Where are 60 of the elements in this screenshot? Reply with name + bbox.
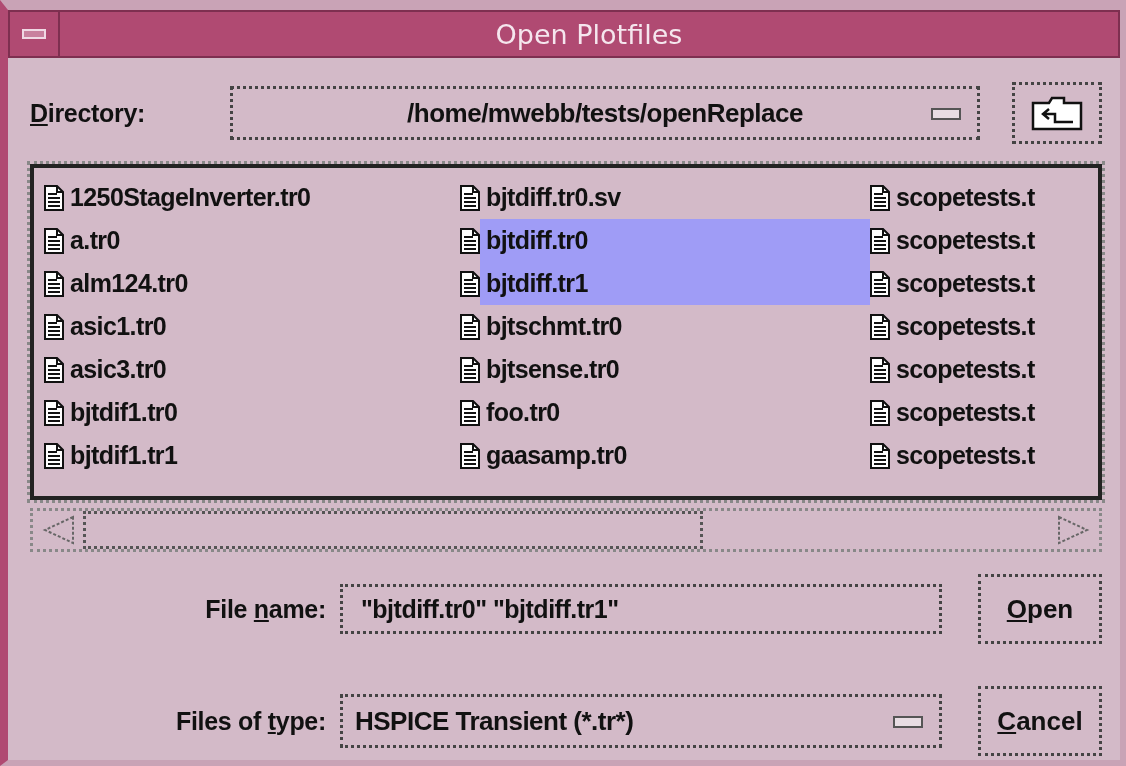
document-icon [870,270,890,297]
document-icon [460,227,480,254]
file-item[interactable]: asic1.tr0 [64,305,460,348]
file-item[interactable]: bjtdiff.tr0.sv [480,176,870,219]
minus-icon [22,29,46,39]
file-name-field[interactable]: "bjtdiff.tr0" "bjtdiff.tr1" [340,584,942,634]
dropdown-icon [931,108,961,120]
cancel-button[interactable]: Cancel [978,686,1102,756]
file-item[interactable]: bjtdiff.tr1 [480,262,870,305]
file-item[interactable]: a.tr0 [64,219,460,262]
document-icon [44,313,64,340]
document-icon [44,399,64,426]
file-item[interactable]: scopetests.t [890,262,1098,305]
horizontal-scrollbar[interactable] [30,508,1102,552]
open-button[interactable]: Open [978,574,1102,644]
file-type-label: Files of type: [175,706,327,736]
directory-label: Directory: [30,98,147,128]
file-item[interactable]: scopetests.t [890,348,1098,391]
file-item[interactable]: bjtsense.tr0 [480,348,870,391]
folder-up-icon [1031,95,1083,131]
file-item[interactable]: bjtdiff.tr0 [480,219,870,262]
right-arrow-icon [1057,515,1091,545]
document-icon [44,356,64,383]
document-icon [870,313,890,340]
document-icon [870,442,890,469]
document-icon [460,442,480,469]
window-title: Open Plotfiles [494,18,684,50]
document-icon [870,356,890,383]
document-icon [460,356,480,383]
file-name-label: File name: [204,594,327,624]
file-item[interactable]: scopetests.t [890,305,1098,348]
file-item[interactable]: foo.tr0 [480,391,870,434]
file-item[interactable]: 1250StageInverter.tr0 [64,176,460,219]
dropdown-icon [893,716,923,728]
document-icon [44,184,64,211]
left-arrow-icon [41,515,75,545]
directory-dropdown[interactable]: /home/mwebb/tests/openReplace [230,86,980,140]
document-icon [460,270,480,297]
file-item[interactable]: bjtdif1.tr0 [64,391,460,434]
file-item[interactable]: scopetests.t [890,434,1098,477]
file-item[interactable]: bjtschmt.tr0 [480,305,870,348]
document-icon [460,313,480,340]
document-icon [44,227,64,254]
file-item[interactable]: bjtdif1.tr1 [64,434,460,477]
document-icon [870,399,890,426]
file-item[interactable]: scopetests.t [890,176,1098,219]
file-item[interactable]: alm124.tr0 [64,262,460,305]
file-type-dropdown[interactable]: HSPICE Transient (*.tr*) [340,694,942,748]
document-icon [870,227,890,254]
document-icon [460,399,480,426]
scrollbar-thumb[interactable] [83,511,703,549]
document-icon [44,270,64,297]
file-item[interactable]: scopetests.t [890,391,1098,434]
parent-folder-button[interactable] [1012,82,1102,144]
document-icon [44,442,64,469]
file-item[interactable]: scopetests.t [890,219,1098,262]
document-icon [870,184,890,211]
file-item[interactable]: gaasamp.tr0 [480,434,870,477]
document-icon [460,184,480,211]
file-item[interactable]: asic3.tr0 [64,348,460,391]
